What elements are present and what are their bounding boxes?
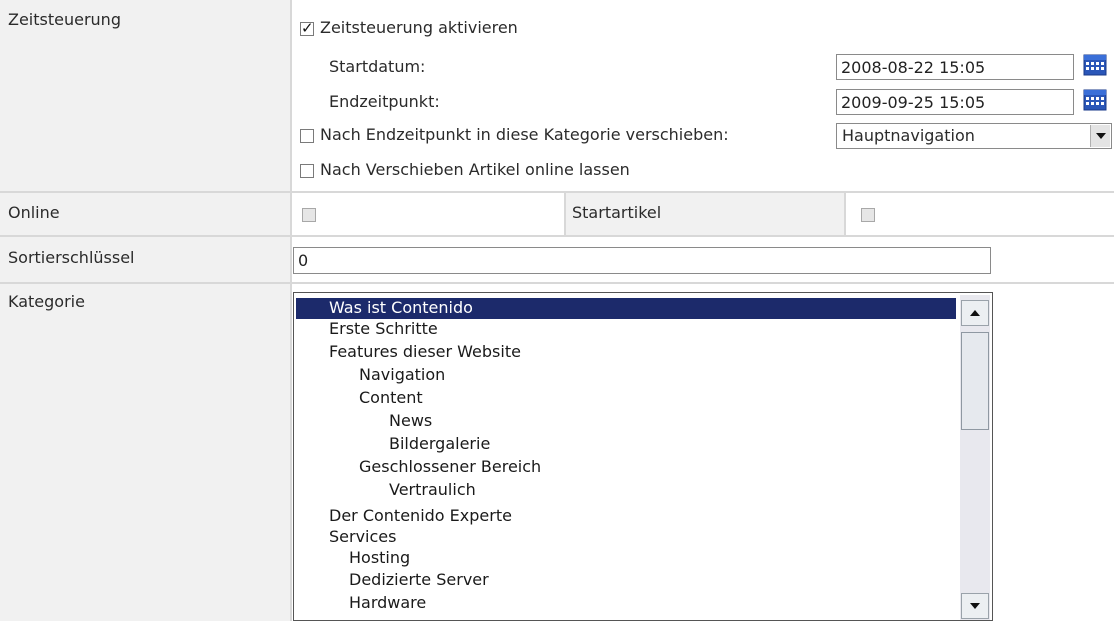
move-category-selected-value: Hauptnavigation: [842, 126, 975, 145]
move-category-label: Nach Endzeitpunkt in diese Kategorie ver…: [320, 125, 729, 144]
online-label: Online: [8, 203, 60, 222]
category-item[interactable]: Der Contenido Experte: [296, 506, 956, 527]
label-cell-category: [0, 284, 290, 621]
row-divider: [0, 235, 1114, 237]
row-divider: [0, 282, 1114, 284]
category-item[interactable]: Geschlossener Bereich: [296, 457, 956, 478]
category-item[interactable]: News: [296, 411, 956, 432]
online-checkbox[interactable]: [302, 208, 316, 222]
category-item[interactable]: Services: [296, 527, 956, 548]
end-date-label: Endzeitpunkt:: [329, 92, 440, 111]
sort-key-input[interactable]: [293, 247, 991, 274]
chevron-up-icon: [970, 310, 980, 316]
category-item[interactable]: Hardware: [296, 593, 956, 614]
category-item[interactable]: Bildergalerie: [296, 434, 956, 455]
column-divider: [844, 193, 846, 235]
category-item[interactable]: Content: [296, 388, 956, 409]
calendar-icon[interactable]: [1083, 54, 1107, 76]
category-scrollbar[interactable]: [960, 295, 990, 620]
row-divider: [0, 191, 1114, 193]
start-article-label: Startartikel: [572, 203, 662, 222]
category-item[interactable]: Navigation: [296, 365, 956, 386]
column-divider: [564, 193, 566, 235]
category-item[interactable]: Dedizierte Server: [296, 570, 956, 591]
start-date-input[interactable]: [836, 54, 1074, 80]
category-item[interactable]: Was ist Contenido: [296, 298, 956, 319]
scrollbar-thumb[interactable]: [961, 332, 989, 430]
move-category-select[interactable]: Hauptnavigation: [836, 123, 1112, 149]
chevron-down-icon[interactable]: [1090, 125, 1110, 147]
sort-key-label: Sortierschlüssel: [8, 248, 135, 267]
scroll-up-button[interactable]: [961, 300, 989, 326]
keep-online-checkbox[interactable]: [300, 164, 314, 178]
scroll-down-button[interactable]: [961, 593, 989, 619]
category-item[interactable]: Features dieser Website: [296, 342, 956, 363]
category-item[interactable]: Erste Schritte: [296, 319, 956, 340]
category-label: Kategorie: [8, 292, 85, 311]
keep-online-label: Nach Verschieben Artikel online lassen: [320, 160, 630, 179]
enable-timing-label: Zeitsteuerung aktivieren: [320, 18, 518, 37]
chevron-down-icon: [970, 603, 980, 609]
category-item[interactable]: Hosting: [296, 548, 956, 569]
category-item[interactable]: Vertraulich: [296, 480, 956, 501]
category-listbox[interactable]: Was ist Contenido Erste Schritte Feature…: [293, 292, 993, 621]
end-date-input[interactable]: [836, 89, 1074, 115]
timing-section-label: Zeitsteuerung: [8, 10, 121, 29]
calendar-icon[interactable]: [1083, 89, 1107, 111]
move-category-checkbox[interactable]: [300, 129, 314, 143]
start-date-label: Startdatum:: [329, 57, 426, 76]
column-divider: [290, 0, 292, 621]
enable-timing-checkbox[interactable]: [300, 19, 314, 37]
start-article-checkbox[interactable]: [861, 208, 875, 222]
